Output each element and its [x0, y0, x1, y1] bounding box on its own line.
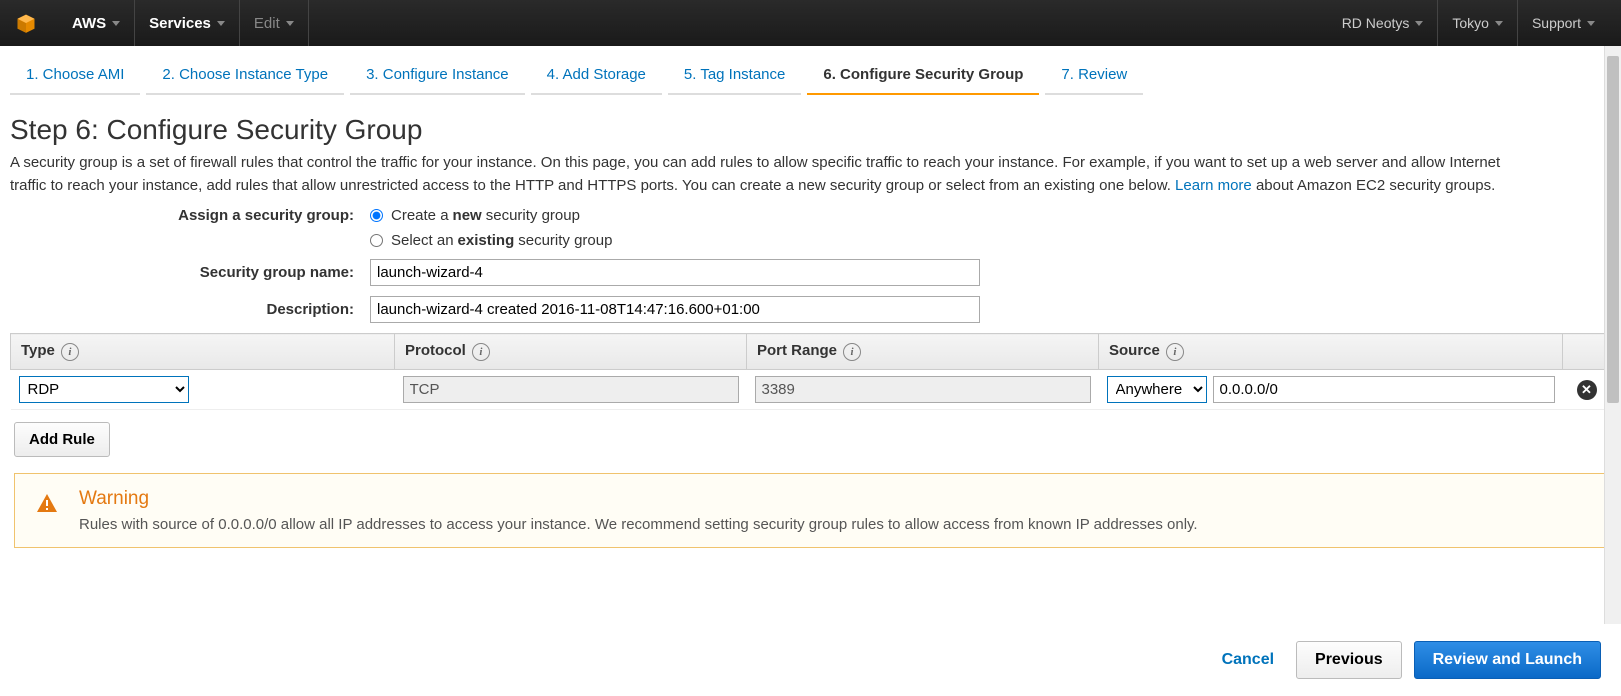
rules-table: Typei Protocoli Port Rangei Sourcei RDP … — [10, 333, 1611, 410]
cancel-button[interactable]: Cancel — [1212, 643, 1284, 677]
nav-support-label: Support — [1532, 15, 1581, 31]
rule-protocol-input — [403, 376, 739, 403]
nav-edit[interactable]: Edit — [240, 0, 309, 46]
tab-tag-instance[interactable]: 5. Tag Instance — [668, 58, 801, 95]
th-type: Typei — [11, 334, 395, 370]
warning-text: Rules with source of 0.0.0.0/0 allow all… — [79, 516, 1198, 533]
tab-instance-type[interactable]: 2. Choose Instance Type — [146, 58, 344, 95]
sg-name-label: Security group name: — [10, 264, 370, 281]
tab-choose-ami[interactable]: 1. Choose AMI — [10, 58, 140, 95]
footer: Cancel Previous Review and Launch — [0, 624, 1621, 695]
caret-down-icon — [217, 21, 225, 26]
caret-down-icon — [1587, 21, 1595, 26]
rule-source-select[interactable]: Anywhere — [1107, 376, 1207, 403]
radio-existing-pre: Select an — [391, 232, 454, 249]
nav-services[interactable]: Services — [135, 0, 240, 46]
rule-port-input — [755, 376, 1091, 403]
nav-services-label: Services — [149, 15, 211, 32]
info-icon[interactable]: i — [61, 343, 79, 361]
add-rule-button[interactable]: Add Rule — [14, 422, 110, 457]
wizard-tabs: 1. Choose AMI 2. Choose Instance Type 3.… — [0, 46, 1621, 96]
nav-aws[interactable]: AWS — [58, 0, 135, 46]
nav-edit-label: Edit — [254, 15, 280, 32]
nav-region[interactable]: Tokyo — [1438, 0, 1518, 46]
radio-create-new[interactable]: Create a new security group — [370, 207, 1611, 224]
warning-title: Warning — [79, 488, 1198, 510]
th-protocol-label: Protocol — [405, 342, 466, 359]
topnav-right: RD Neotys Tokyo Support — [1328, 0, 1609, 46]
review-launch-button[interactable]: Review and Launch — [1414, 641, 1601, 679]
info-icon[interactable]: i — [1166, 343, 1184, 361]
aws-logo-icon — [12, 9, 40, 37]
radio-existing-post: security group — [518, 232, 612, 249]
desc-text-post: about Amazon EC2 security groups. — [1256, 177, 1495, 194]
tab-add-storage[interactable]: 4. Add Storage — [531, 58, 662, 95]
radio-existing-bold: existing — [458, 232, 515, 249]
assign-sg-row: Assign a security group: Create a new se… — [10, 207, 1611, 224]
page-description: A security group is a set of firewall ru… — [10, 152, 1530, 197]
assign-sg-label: Assign a security group: — [10, 207, 370, 224]
tab-configure-instance[interactable]: 3. Configure Instance — [350, 58, 525, 95]
radio-new-pre: Create a — [391, 207, 449, 224]
radio-create-new-input[interactable] — [370, 209, 383, 222]
radio-new-bold: new — [453, 207, 482, 224]
tab-security-group[interactable]: 6. Configure Security Group — [807, 58, 1039, 95]
nav-aws-label: AWS — [72, 15, 106, 32]
th-source-label: Source — [1109, 342, 1160, 359]
nav-region-label: Tokyo — [1452, 15, 1489, 31]
assign-sg-row2: Select an existing security group — [10, 232, 1611, 249]
sg-desc-row: Description: — [10, 296, 1611, 323]
topnav-left: AWS Services Edit — [12, 0, 309, 46]
th-type-label: Type — [21, 342, 55, 359]
page-title: Step 6: Configure Security Group — [10, 114, 1611, 146]
caret-down-icon — [1415, 21, 1423, 26]
sg-desc-input[interactable] — [370, 296, 980, 323]
sg-name-row: Security group name: — [10, 259, 1611, 286]
th-port: Port Range i — [747, 334, 1099, 370]
info-icon[interactable]: i — [472, 343, 490, 361]
tab-review[interactable]: 7. Review — [1045, 58, 1143, 95]
sg-desc-label: Description: — [10, 301, 370, 318]
warning-triangle-icon — [33, 492, 61, 516]
radio-existing-input[interactable] — [370, 234, 383, 247]
th-protocol: Protocol i — [395, 334, 747, 370]
nav-support[interactable]: Support — [1518, 0, 1609, 46]
top-navbar: AWS Services Edit RD Neotys Tokyo Suppor… — [0, 0, 1621, 46]
radio-new-post: security group — [486, 207, 580, 224]
scrollbar[interactable] — [1604, 46, 1621, 624]
previous-button[interactable]: Previous — [1296, 641, 1402, 679]
remove-rule-icon[interactable]: ✕ — [1577, 380, 1597, 400]
info-icon[interactable]: i — [843, 343, 861, 361]
caret-down-icon — [112, 21, 120, 26]
nav-account-label: RD Neotys — [1342, 15, 1410, 31]
nav-account[interactable]: RD Neotys — [1328, 0, 1439, 46]
rule-source-ip-input[interactable] — [1213, 376, 1555, 403]
warning-box: Warning Rules with source of 0.0.0.0/0 a… — [14, 473, 1607, 548]
caret-down-icon — [286, 21, 294, 26]
scrollbar-thumb[interactable] — [1607, 56, 1619, 403]
rule-row: RDP Anywhere ✕ — [11, 370, 1611, 410]
caret-down-icon — [1495, 21, 1503, 26]
learn-more-link[interactable]: Learn more — [1175, 177, 1252, 194]
th-port-label: Port Range — [757, 342, 837, 359]
sg-name-input[interactable] — [370, 259, 980, 286]
rule-type-select[interactable]: RDP — [19, 376, 189, 403]
main-content: Step 6: Configure Security Group A secur… — [0, 96, 1621, 624]
th-source: Sourcei — [1099, 334, 1563, 370]
radio-existing[interactable]: Select an existing security group — [370, 232, 1611, 249]
